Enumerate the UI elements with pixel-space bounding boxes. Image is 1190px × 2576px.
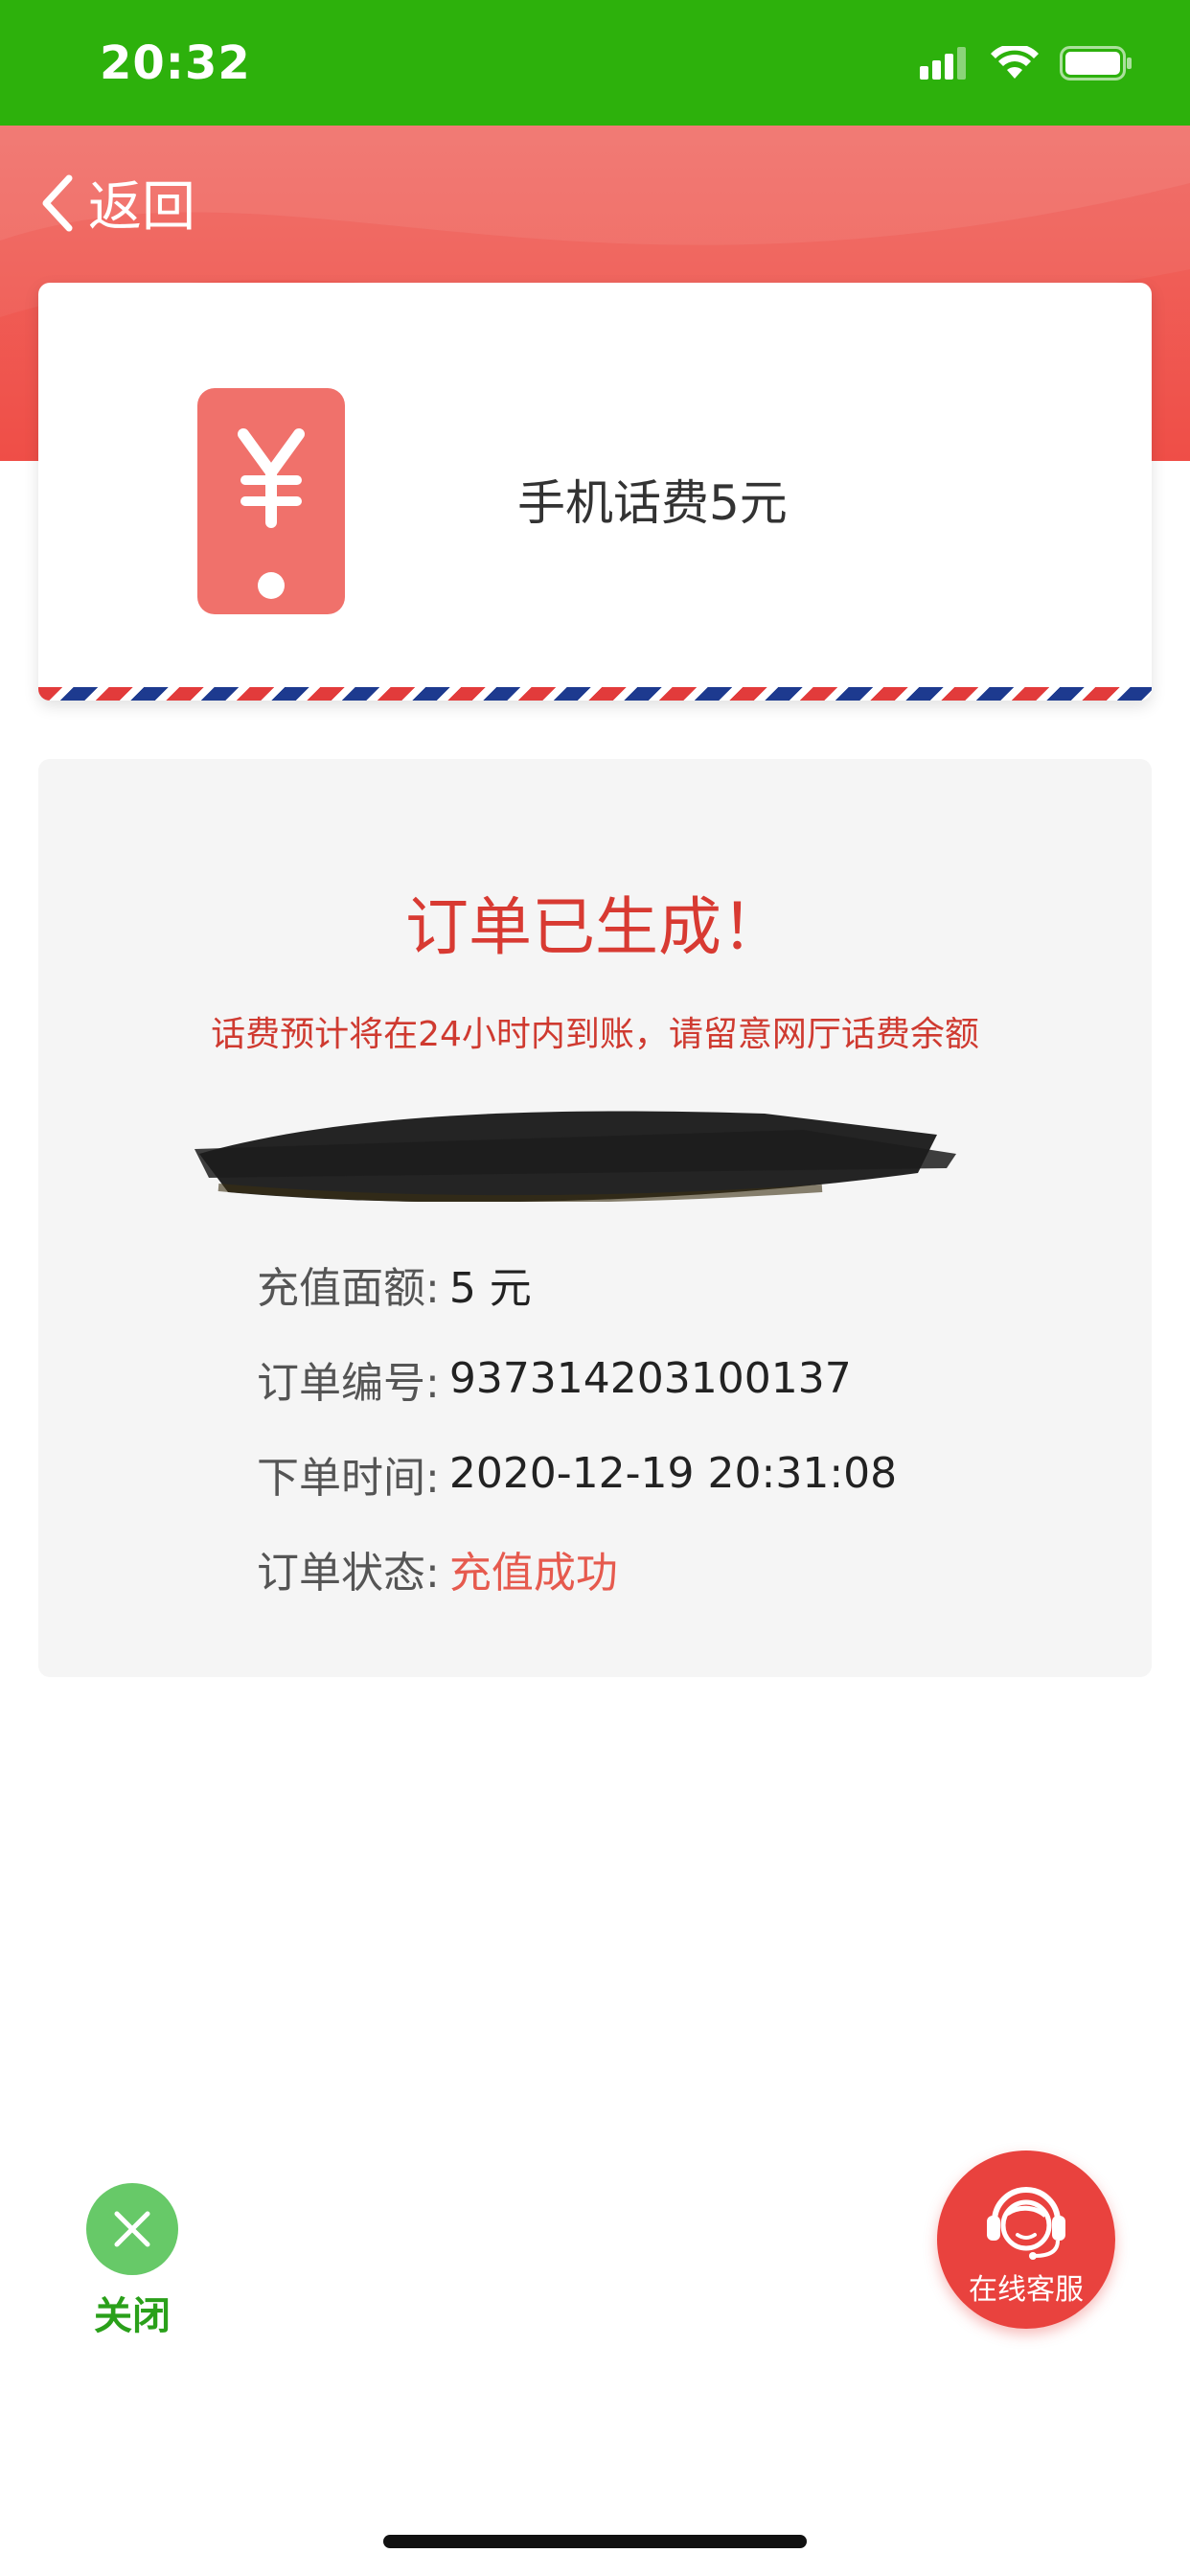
customer-service-label: 在线客服 bbox=[969, 2273, 1084, 2307]
status-icons bbox=[920, 42, 1133, 84]
customer-service-button[interactable]: 在线客服 bbox=[937, 2150, 1115, 2329]
cellular-signal-icon bbox=[920, 47, 966, 80]
close-button[interactable]: 关闭 bbox=[84, 2183, 180, 2340]
redacted-scribble bbox=[195, 1111, 956, 1202]
order-info-panel: 订单已生成！ 话费预计将在24小时内到账，请留意网厅话费余额 充值面额: 5 元… bbox=[38, 759, 1152, 1677]
detail-key: 订单状态: bbox=[257, 1548, 440, 1598]
back-label: 返回 bbox=[88, 176, 195, 239]
detail-row-order-number: 订单编号: 937314203100137 bbox=[257, 1331, 897, 1426]
status-value: 充值成功 bbox=[448, 1548, 618, 1598]
detail-key: 下单时间: bbox=[257, 1453, 440, 1503]
detail-key: 订单编号: bbox=[257, 1358, 440, 1408]
detail-value: 2020-12-19 20:31:08 bbox=[448, 1449, 898, 1498]
wifi-icon bbox=[991, 46, 1039, 79]
product-card: 手机话费5元 bbox=[38, 283, 1152, 701]
status-time: 20:32 bbox=[100, 36, 251, 90]
detail-key: 充值面额: bbox=[257, 1263, 440, 1313]
close-label: 关闭 bbox=[94, 2294, 171, 2338]
chevron-left-icon bbox=[42, 174, 73, 231]
phone-yen-icon bbox=[197, 388, 345, 614]
order-details-list: 充值面额: 5 元 订单编号: 937314203100137 下单时间: 20… bbox=[257, 1236, 897, 1616]
detail-value: 5 元 bbox=[448, 1263, 532, 1313]
home-indicator bbox=[383, 2535, 807, 2548]
arrival-notice: 话费预计将在24小时内到账，请留意网厅话费余额 bbox=[211, 1015, 979, 1054]
close-icon bbox=[114, 2211, 150, 2247]
headset-agent-icon bbox=[987, 2187, 1065, 2260]
detail-row-order-status: 订单状态: 充值成功 bbox=[257, 1521, 897, 1616]
product-name: 手机话费5元 bbox=[517, 475, 788, 531]
battery-icon bbox=[1060, 46, 1132, 80]
status-bar: 20:32 bbox=[0, 0, 1190, 126]
close-circle[interactable] bbox=[86, 2183, 178, 2275]
order-title: 订单已生成！ bbox=[405, 890, 785, 964]
detail-row-order-time: 下单时间: 2020-12-19 20:31:08 bbox=[257, 1426, 897, 1521]
back-button[interactable]: 返回 bbox=[38, 164, 195, 242]
detail-row-amount: 充值面额: 5 元 bbox=[257, 1236, 897, 1331]
airmail-border bbox=[38, 687, 1152, 701]
detail-value: 937314203100137 bbox=[448, 1354, 852, 1403]
